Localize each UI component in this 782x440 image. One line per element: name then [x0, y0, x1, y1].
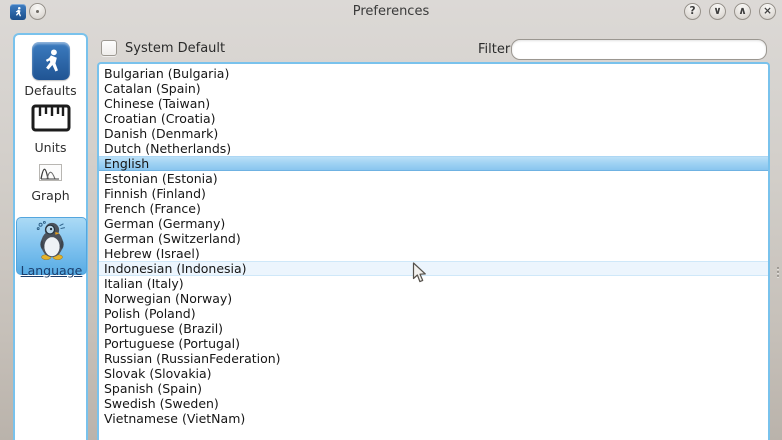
language-list-item-label: Hebrew (Israel)	[104, 246, 200, 261]
checkbox-label: System Default	[125, 41, 225, 56]
language-list-item[interactable]: Estonian (Estonia)	[99, 171, 768, 186]
language-list-item-label: Spanish (Spain)	[104, 381, 202, 396]
graph-icon	[15, 164, 86, 181]
language-list-item[interactable]: Russian (RussianFederation)	[99, 351, 768, 366]
help-button[interactable]: ?	[684, 3, 701, 20]
language-list-item[interactable]: Hebrew (Israel)	[99, 246, 768, 261]
language-list-item-label: Croatian (Croatia)	[104, 111, 216, 126]
language-list-item-label: Chinese (Taiwan)	[104, 96, 210, 111]
language-list-item[interactable]: Finnish (Finland)	[99, 186, 768, 201]
language-list-item-label: English	[104, 156, 149, 171]
language-list-item-label: German (Switzerland)	[104, 231, 241, 246]
language-list-item[interactable]: German (Germany)	[99, 216, 768, 231]
close-button[interactable]: ×	[759, 3, 776, 20]
language-list-item-label: Dutch (Netherlands)	[104, 141, 231, 156]
sidebar-item-label: Graph	[15, 188, 86, 203]
shade-button[interactable]: ∨	[709, 3, 726, 20]
language-list-item[interactable]: Spanish (Spain)	[99, 381, 768, 396]
maximize-button[interactable]: ∧	[734, 3, 751, 20]
language-list[interactable]: Bulgarian (Bulgaria) Catalan (Spain) Chi…	[97, 62, 770, 440]
language-list-item-label: German (Germany)	[104, 216, 225, 231]
language-list-item-label: Swedish (Sweden)	[104, 396, 219, 411]
language-list-item-label: Italian (Italy)	[104, 276, 184, 291]
sidebar-item-defaults[interactable]: Defaults	[15, 42, 86, 98]
language-list-item[interactable]: Indonesian (Indonesia)	[99, 261, 768, 276]
preferences-sidebar: Defaults Units	[13, 33, 88, 440]
language-list-item-label: Danish (Denmark)	[104, 126, 218, 141]
language-list-item-label: French (France)	[104, 201, 201, 216]
sidebar-item-language[interactable]: Language	[16, 217, 87, 275]
language-list-item-label: Portuguese (Brazil)	[104, 321, 223, 336]
language-list-item-label: Catalan (Spain)	[104, 81, 201, 96]
ruler-icon	[15, 104, 86, 132]
sidebar-item-label: Defaults	[15, 83, 86, 98]
penguin-icon	[33, 248, 71, 263]
titlebar[interactable]: Preferences ? ∨ ∧ ×	[0, 0, 782, 24]
diver-icon	[32, 42, 70, 80]
language-list-item[interactable]: Slovak (Slovakia)	[99, 366, 768, 381]
language-list-item-label: Norwegian (Norway)	[104, 291, 232, 306]
checkbox-box-icon[interactable]	[101, 40, 117, 56]
language-list-item[interactable]: Catalan (Spain)	[99, 81, 768, 96]
sidebar-item-label: Units	[15, 140, 86, 155]
language-list-item[interactable]: Dutch (Netherlands)	[99, 141, 768, 156]
sidebar-item-units[interactable]: Units	[15, 104, 86, 155]
language-list-item-label: Slovak (Slovakia)	[104, 366, 212, 381]
window-grip-icon[interactable]	[777, 265, 779, 279]
language-list-item[interactable]: Portuguese (Brazil)	[99, 321, 768, 336]
language-list-item-label: Estonian (Estonia)	[104, 171, 218, 186]
language-list-item-label: Polish (Poland)	[104, 306, 196, 321]
language-list-item[interactable]: Vietnamese (VietNam)	[99, 411, 768, 426]
preferences-window: Preferences ? ∨ ∧ × Defaults	[0, 0, 782, 440]
language-list-item[interactable]: Norwegian (Norway)	[99, 291, 768, 306]
language-list-item[interactable]: Swedish (Sweden)	[99, 396, 768, 411]
language-list-item-label: Russian (RussianFederation)	[104, 351, 281, 366]
filter-input[interactable]	[511, 39, 767, 60]
language-list-item[interactable]: English	[99, 156, 768, 171]
language-list-item[interactable]: German (Switzerland)	[99, 231, 768, 246]
language-list-item[interactable]: Bulgarian (Bulgaria)	[99, 66, 768, 81]
language-list-item-label: Finnish (Finland)	[104, 186, 206, 201]
sidebar-item-label: Language	[17, 263, 86, 278]
window-title: Preferences	[0, 4, 782, 19]
language-list-item[interactable]: Polish (Poland)	[99, 306, 768, 321]
sidebar-item-graph[interactable]: Graph	[15, 164, 86, 203]
language-list-item[interactable]: Italian (Italy)	[99, 276, 768, 291]
language-list-item-label: Indonesian (Indonesia)	[104, 261, 247, 276]
language-list-item[interactable]: French (France)	[99, 201, 768, 216]
language-list-item[interactable]: Croatian (Croatia)	[99, 111, 768, 126]
filter-label: Filter	[478, 42, 510, 57]
language-list-item[interactable]: Portuguese (Portugal)	[99, 336, 768, 351]
language-list-item-label: Vietnamese (VietNam)	[104, 411, 245, 426]
system-default-checkbox[interactable]: System Default	[101, 40, 225, 56]
language-list-item[interactable]: Danish (Denmark)	[99, 126, 768, 141]
language-list-item-label: Portuguese (Portugal)	[104, 336, 240, 351]
language-list-item[interactable]: Chinese (Taiwan)	[99, 96, 768, 111]
language-list-item-label: Bulgarian (Bulgaria)	[104, 66, 229, 81]
